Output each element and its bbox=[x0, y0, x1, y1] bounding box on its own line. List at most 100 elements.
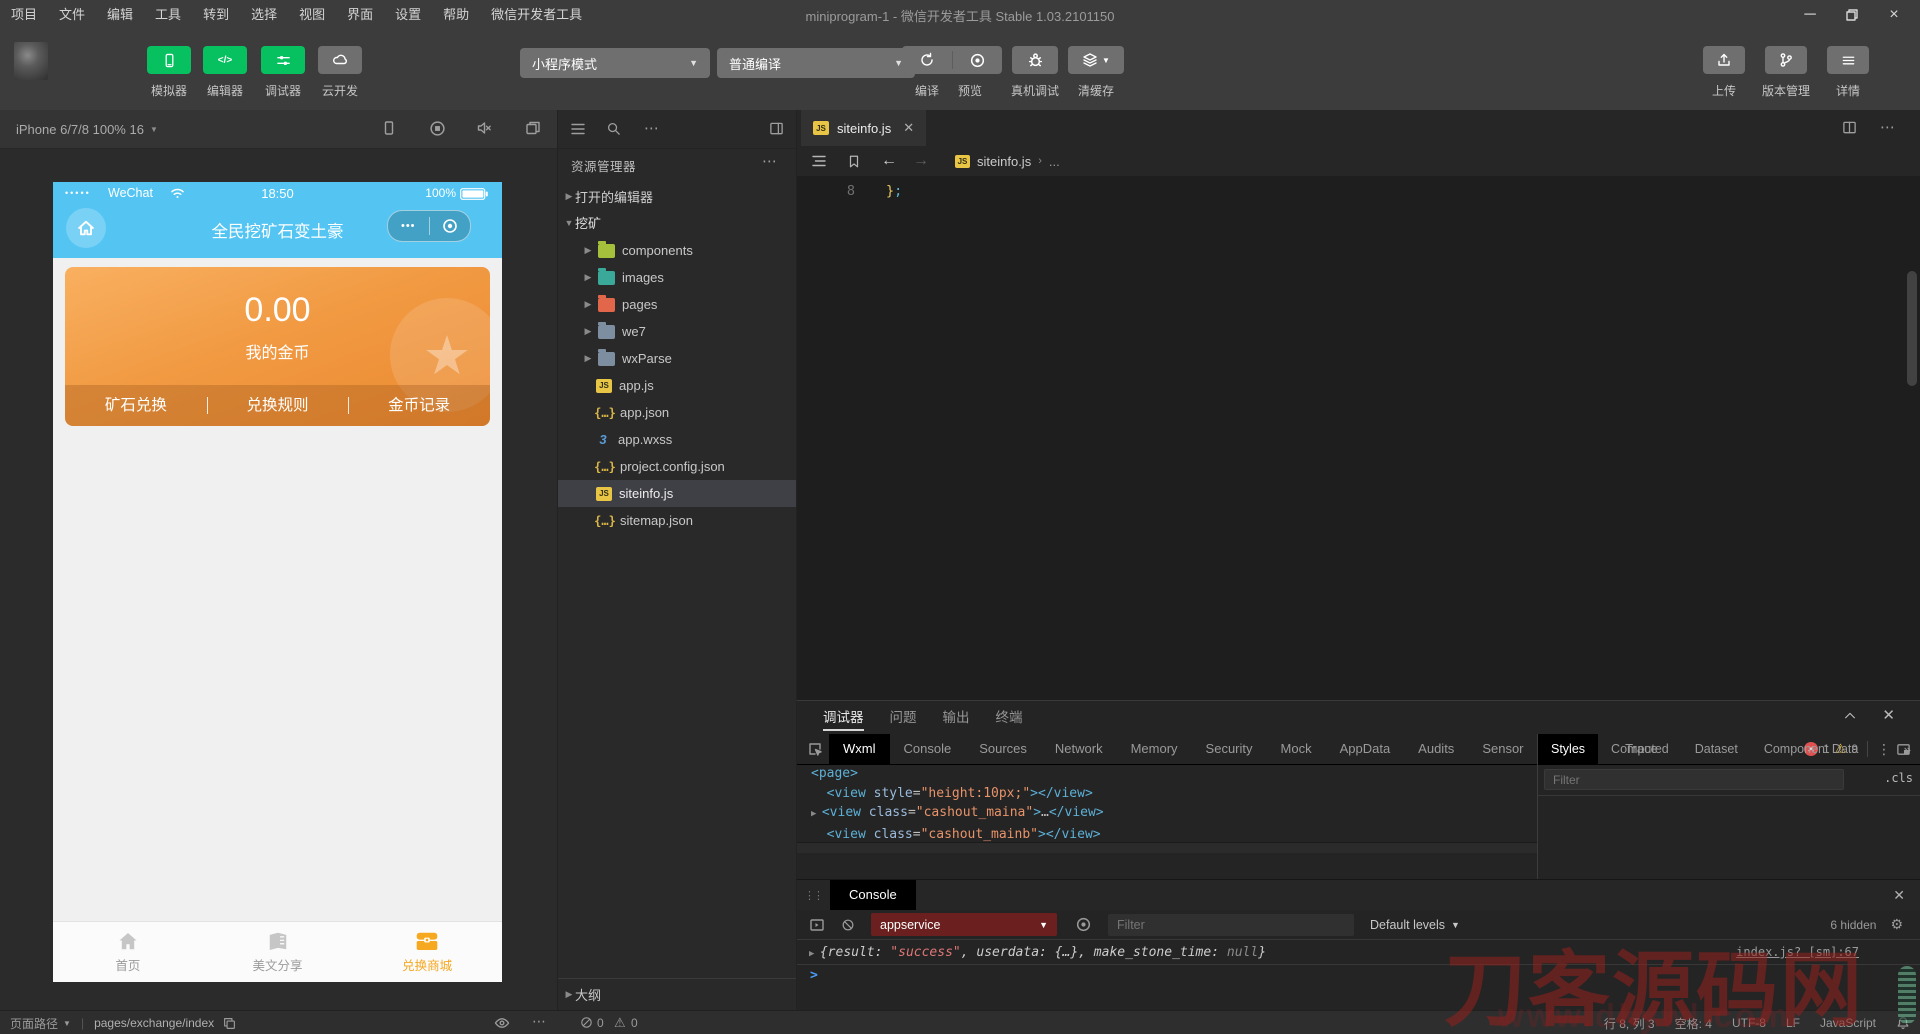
devtools-tab-sensor[interactable]: Sensor bbox=[1468, 734, 1537, 764]
devtools-tab-memory[interactable]: Memory bbox=[1117, 734, 1192, 764]
panel-layout-icon[interactable] bbox=[769, 121, 784, 136]
gold-record-button[interactable]: 金币记录 bbox=[348, 385, 490, 426]
devtools-tab-wxml[interactable]: Wxml bbox=[829, 734, 890, 764]
more-dots-button[interactable]: ••• bbox=[388, 220, 429, 232]
wxml-tree[interactable]: <page> <view style="height:10px;"></view… bbox=[797, 764, 1537, 852]
menu-tools[interactable]: 工具 bbox=[144, 0, 192, 30]
tree-item-images[interactable]: ▶ images bbox=[558, 264, 797, 291]
cls-toggle-button[interactable]: .cls bbox=[1884, 771, 1913, 785]
show-sidebar-icon[interactable] bbox=[809, 917, 825, 933]
mode-select[interactable]: 小程序模式 ▼ bbox=[520, 48, 710, 78]
close-console-icon[interactable]: ✕ bbox=[1893, 887, 1905, 904]
styles-filter-input[interactable] bbox=[1544, 769, 1844, 790]
open-editors-section[interactable]: ▶ 打开的编辑器 bbox=[558, 183, 797, 210]
close-tab-icon[interactable]: ✕ bbox=[903, 120, 914, 136]
nav-forward-icon[interactable]: → bbox=[913, 152, 929, 170]
editor-more-icon[interactable]: ⋯ bbox=[1880, 118, 1895, 136]
editor-toggle-button[interactable]: </> bbox=[203, 46, 247, 74]
page-path-value[interactable]: pages/exchange/index bbox=[94, 1016, 214, 1030]
log-source-link[interactable]: index.js? [sm]:67 bbox=[1736, 945, 1859, 959]
context-select[interactable]: appservice ▼ bbox=[871, 913, 1057, 936]
preview-button[interactable] bbox=[953, 52, 1002, 69]
tab-output[interactable]: 输出 bbox=[943, 701, 970, 734]
restore-button[interactable] bbox=[1834, 0, 1870, 30]
details-button[interactable] bbox=[1827, 46, 1869, 74]
status-more-icon[interactable]: ⋯ bbox=[532, 1013, 547, 1030]
compile-mode-select[interactable]: 普通编译 ▼ bbox=[717, 48, 915, 78]
exchange-rules-button[interactable]: 兑换规则 bbox=[206, 385, 349, 426]
file-list-icon[interactable] bbox=[570, 121, 586, 137]
console-filter-input[interactable] bbox=[1108, 913, 1354, 936]
code-area[interactable]: 8 }; bbox=[797, 176, 1920, 700]
outline-section[interactable]: ▶ 大纲 bbox=[558, 978, 797, 1009]
device-selector[interactable]: iPhone 6/7/8 100% 16 bbox=[16, 122, 144, 137]
more-icon[interactable]: ⋯ bbox=[644, 119, 660, 137]
language-mode[interactable]: JavaScript bbox=[1820, 1016, 1876, 1030]
stop-icon[interactable] bbox=[429, 120, 446, 140]
breadcrumb-more[interactable]: ... bbox=[1049, 154, 1060, 169]
more-tabs-icon[interactable]: » bbox=[1904, 742, 1920, 757]
devtools-tab-audits[interactable]: Audits bbox=[1404, 734, 1468, 764]
status-eye-icon[interactable] bbox=[494, 1015, 510, 1031]
tab-debugger[interactable]: 调试器 bbox=[823, 701, 864, 734]
outline-list-icon[interactable] bbox=[811, 153, 827, 169]
tree-item-project-config[interactable]: {…} project.config.json bbox=[558, 453, 797, 480]
explorer-more-icon[interactable]: ⋯ bbox=[762, 152, 777, 170]
console-settings-icon[interactable]: ⚙ bbox=[1890, 916, 1903, 933]
drag-handle-icon[interactable]: ⋮⋮ bbox=[804, 889, 824, 902]
devtools-tab-sources[interactable]: Sources bbox=[965, 734, 1041, 764]
tree-item-components[interactable]: ▶ components bbox=[558, 237, 797, 264]
tree-item-sitemap-json[interactable]: {…} sitemap.json bbox=[558, 507, 797, 534]
devtools-tab-console[interactable]: Console bbox=[890, 734, 966, 764]
exit-circle-button[interactable] bbox=[430, 218, 471, 234]
breadcrumb-file[interactable]: siteinfo.js bbox=[977, 154, 1031, 169]
console-log-row[interactable]: ▶ {result: "success", userdata: {…}, mak… bbox=[797, 939, 1920, 965]
console-tab[interactable]: Console bbox=[830, 880, 916, 910]
bookmark-icon[interactable] bbox=[847, 154, 861, 169]
console-prompt[interactable]: > bbox=[810, 968, 818, 983]
page-path-label[interactable]: 页面路径 bbox=[10, 1015, 58, 1032]
multi-window-icon[interactable] bbox=[525, 120, 541, 139]
tab-siteinfo-js[interactable]: JS siteinfo.js ✕ bbox=[801, 110, 927, 146]
log-levels-select[interactable]: Default levels ▼ bbox=[1370, 918, 1460, 932]
menu-help[interactable]: 帮助 bbox=[432, 0, 480, 30]
minimize-button[interactable]: ─ bbox=[1792, 0, 1828, 30]
cloud-dev-button[interactable] bbox=[318, 46, 362, 74]
inspect-element-icon[interactable] bbox=[807, 741, 823, 757]
eol-setting[interactable]: LF bbox=[1786, 1016, 1800, 1030]
clear-cache-button[interactable]: ▼ bbox=[1068, 46, 1124, 74]
compile-button[interactable] bbox=[903, 52, 952, 68]
rotate-device-icon[interactable] bbox=[381, 120, 397, 139]
user-avatar[interactable] bbox=[14, 42, 48, 80]
menu-view[interactable]: 视图 bbox=[288, 0, 336, 30]
tab-dataset[interactable]: Dataset bbox=[1682, 734, 1751, 764]
tab-articles[interactable]: 美文分享 bbox=[203, 922, 353, 982]
tree-item-we7[interactable]: ▶ we7 bbox=[558, 318, 797, 345]
menu-settings[interactable]: 设置 bbox=[384, 0, 432, 30]
tree-item-pages[interactable]: ▶ pages bbox=[558, 291, 797, 318]
simulator-toggle-button[interactable] bbox=[147, 46, 191, 74]
menu-devtools[interactable]: 微信开发者工具 bbox=[480, 0, 593, 30]
copy-path-icon[interactable] bbox=[223, 1017, 236, 1030]
devtools-tab-appdata[interactable]: AppData bbox=[1326, 734, 1405, 764]
tree-item-wxparse[interactable]: ▶ wxParse bbox=[558, 345, 797, 372]
version-control-button[interactable] bbox=[1765, 46, 1807, 74]
wxml-hscrollbar[interactable] bbox=[797, 842, 1537, 853]
menu-file[interactable]: 文件 bbox=[48, 0, 96, 30]
tree-item-app-js[interactable]: JS app.js bbox=[558, 372, 797, 399]
menu-interface[interactable]: 界面 bbox=[336, 0, 384, 30]
tab-styles[interactable]: Styles bbox=[1538, 734, 1599, 764]
notifications-bell-icon[interactable] bbox=[1896, 1016, 1910, 1030]
split-editor-icon[interactable] bbox=[1842, 120, 1857, 135]
devtools-tab-network[interactable]: Network bbox=[1041, 734, 1117, 764]
nav-back-icon[interactable]: ← bbox=[881, 152, 897, 170]
menu-select[interactable]: 选择 bbox=[240, 0, 288, 30]
tree-item-siteinfo-js[interactable]: JS siteinfo.js bbox=[558, 480, 797, 507]
encoding[interactable]: UTF-8 bbox=[1732, 1016, 1766, 1030]
tab-terminal[interactable]: 终端 bbox=[996, 701, 1023, 734]
device-debug-button[interactable] bbox=[1012, 46, 1058, 74]
menu-project[interactable]: 项目 bbox=[0, 0, 48, 30]
menu-edit[interactable]: 编辑 bbox=[96, 0, 144, 30]
tab-computed[interactable]: Computed bbox=[1598, 734, 1682, 764]
console-eye-icon[interactable] bbox=[1075, 916, 1092, 933]
